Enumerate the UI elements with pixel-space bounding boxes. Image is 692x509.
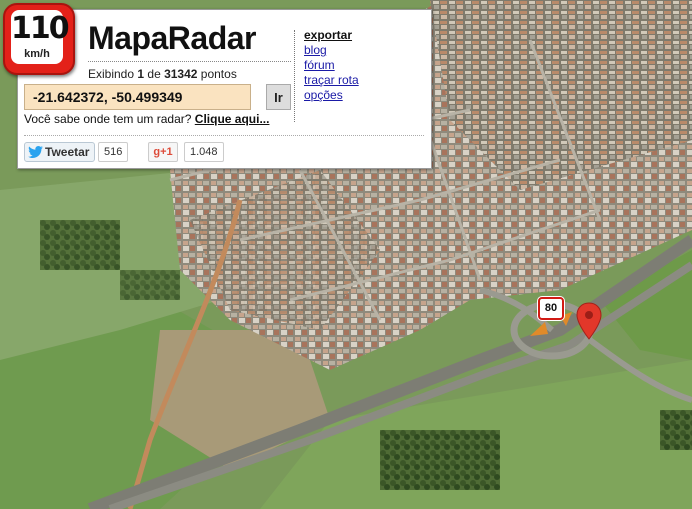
menu-link-forum[interactable]: fórum — [304, 58, 359, 73]
radar-speed-sign[interactable]: 80 — [538, 297, 564, 320]
app-title[interactable]: MapaRadar — [88, 20, 257, 57]
speed-limit-logo[interactable]: 110 km/h — [3, 3, 75, 75]
logo-speed-unit: km/h — [24, 48, 50, 60]
side-menu: exportar blog fórum traçar rota opções — [304, 28, 359, 103]
twitter-bird-icon — [28, 146, 43, 158]
click-here-link[interactable]: Clique aqui... — [195, 112, 270, 126]
menu-link-exportar[interactable]: exportar — [304, 28, 359, 43]
total-count: 31342 — [164, 67, 198, 81]
menu-link-opcoes[interactable]: opções — [304, 88, 359, 103]
coordinates-input[interactable] — [24, 84, 251, 110]
go-button[interactable]: Ir — [266, 84, 291, 110]
tweet-button[interactable]: Tweetar — [24, 142, 96, 162]
info-panel: 110 km/h MapaRadar Exibindo 1 de 31342 p… — [3, 3, 432, 169]
gplus-label: +1 — [160, 146, 173, 158]
title-divider — [88, 61, 291, 62]
tweet-label: Tweetar — [45, 145, 90, 159]
location-pin-icon[interactable] — [576, 302, 602, 340]
tweet-count: 516 — [98, 142, 129, 162]
google-plus-button[interactable]: g+1 — [148, 142, 178, 162]
report-radar-prompt: Você sabe onde tem um radar? Clique aqui… — [24, 112, 270, 126]
menu-link-blog[interactable]: blog — [304, 43, 359, 58]
gplus-count: 1.048 — [184, 142, 224, 162]
logo-speed-number: 110 — [11, 11, 70, 46]
menu-link-tracar-rota[interactable]: traçar rota — [304, 73, 359, 88]
menu-divider — [294, 30, 295, 122]
social-divider — [24, 135, 424, 136]
points-counter: Exibindo 1 de 31342 pontos — [88, 67, 237, 81]
